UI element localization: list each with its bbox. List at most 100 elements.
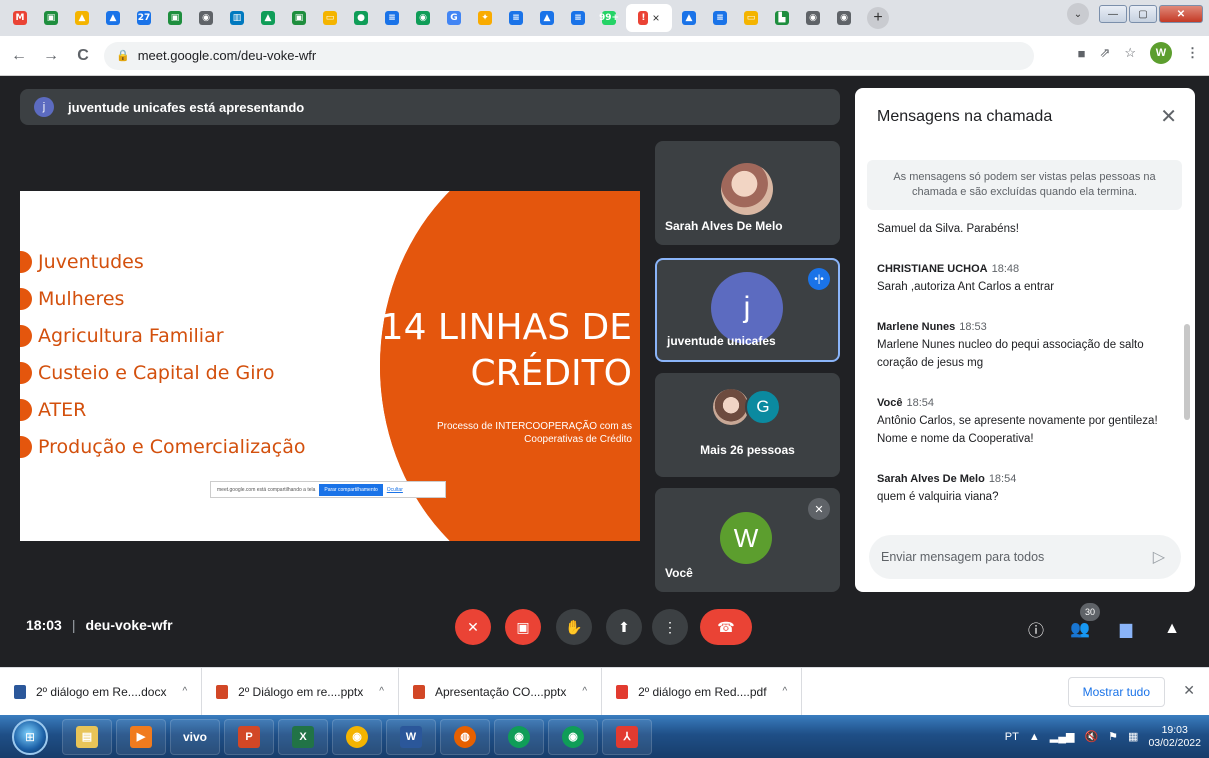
camera-toggle-button[interactable]: ▣: [505, 609, 541, 645]
gmail-icon: M: [13, 11, 27, 25]
tab-9[interactable]: ▣: [285, 4, 313, 32]
chevron-up-icon[interactable]: ^: [582, 686, 587, 697]
taskbar-explorer[interactable]: ▤: [62, 718, 112, 755]
download-item[interactable]: 2º diálogo em Re....docx ^: [0, 668, 203, 715]
taskbar-firefox[interactable]: ◍: [440, 718, 490, 755]
mic-toggle-button[interactable]: ✕: [455, 609, 491, 645]
download-item[interactable]: 2º Diálogo em re....pptx ^: [202, 668, 399, 715]
tab-7[interactable]: ▥: [223, 4, 251, 32]
more-options-button[interactable]: ⋮: [652, 609, 688, 645]
tab-4[interactable]: 27: [130, 4, 158, 32]
volume-muted-icon[interactable]: 🔇: [1084, 730, 1098, 743]
tab-18[interactable]: ≡: [564, 4, 592, 32]
close-window-button[interactable]: ✕: [1159, 5, 1203, 23]
tab-11[interactable]: ●: [347, 4, 375, 32]
present-button[interactable]: ⬆: [606, 609, 642, 645]
back-button[interactable]: ←: [6, 43, 32, 69]
tab-12[interactable]: ≡: [378, 4, 406, 32]
tab-6[interactable]: ◉: [192, 4, 220, 32]
taskbar-media[interactable]: ▶: [116, 718, 166, 755]
tab-2[interactable]: ▲: [68, 4, 96, 32]
bookmark-star-icon[interactable]: ☆: [1124, 45, 1136, 61]
close-downloads-icon[interactable]: ✕: [1183, 682, 1195, 699]
profile-avatar[interactable]: W: [1150, 42, 1172, 64]
taskbar-chrome[interactable]: ◉: [332, 718, 382, 755]
tab-0[interactable]: M: [6, 4, 34, 32]
system-clock[interactable]: 19:03 03/02/2022: [1148, 724, 1201, 750]
tab-14[interactable]: G: [440, 4, 468, 32]
participant-group-avatars: G: [713, 389, 781, 425]
menu-kebab-icon[interactable]: ⋮: [1186, 45, 1199, 61]
meeting-details-button[interactable]: ⓘ: [1024, 617, 1048, 641]
tab-10[interactable]: ▭: [316, 4, 344, 32]
tab-search-button[interactable]: ⌄: [1067, 3, 1089, 25]
network-icon[interactable]: ▦: [1128, 730, 1138, 743]
slide-bullet: Agricultura Familiar: [20, 317, 305, 354]
show-all-downloads-button[interactable]: Mostrar tudo: [1067, 677, 1165, 707]
participant-tile-sarah[interactable]: Sarah Alves De Melo: [655, 141, 840, 245]
tab-after-0[interactable]: ▲: [675, 4, 703, 32]
camera-icon[interactable]: ■: [1078, 46, 1086, 61]
tab-17[interactable]: ▲: [533, 4, 561, 32]
participant-tile-more[interactable]: G Mais 26 pessoas: [655, 373, 840, 477]
flag-icon[interactable]: ⚑: [1108, 730, 1118, 743]
taskbar-chrome-profile-2[interactable]: ◉: [548, 718, 598, 755]
tab-5[interactable]: ▣: [161, 4, 189, 32]
activities-icon: ▲: [1164, 620, 1180, 637]
new-tab-button[interactable]: +: [867, 7, 889, 29]
download-item[interactable]: 2º diálogo em Red....pdf ^: [602, 668, 803, 715]
omnibox[interactable]: 🔒 meet.google.com/deu-voke-wfr: [104, 41, 1034, 70]
taskbar-excel[interactable]: X: [278, 718, 328, 755]
tab-after-3[interactable]: ▙: [768, 4, 796, 32]
slide-title: 14 LINHAS DE CRÉDITO: [380, 307, 632, 394]
chat-button[interactable]: ▆: [1114, 617, 1138, 641]
share-icon[interactable]: ⇗: [1099, 45, 1110, 61]
reload-button[interactable]: C: [70, 43, 96, 69]
activities-button[interactable]: ▲: [1160, 617, 1184, 641]
chat-scrollbar[interactable]: [1184, 324, 1190, 420]
minimize-button[interactable]: —: [1099, 5, 1127, 23]
chat-panel: Mensagens na chamada ✕ As mensagens só p…: [855, 88, 1195, 592]
tab-13[interactable]: ◉: [409, 4, 437, 32]
close-tab-icon[interactable]: ×: [652, 11, 659, 25]
signal-icon[interactable]: ▂▄▆: [1050, 730, 1075, 743]
start-button[interactable]: ⊞: [12, 718, 48, 755]
tab-after-5[interactable]: ◉: [830, 4, 858, 32]
language-indicator[interactable]: PT: [1005, 731, 1019, 743]
taskbar-word[interactable]: W: [386, 718, 436, 755]
maximize-button[interactable]: ▢: [1129, 5, 1157, 23]
participant-tile-juventude[interactable]: j •|• juventude unicafes: [655, 258, 840, 362]
taskbar-acrobat[interactable]: ⅄: [602, 718, 652, 755]
forward-button[interactable]: →: [38, 43, 64, 69]
close-chat-icon[interactable]: ✕: [1160, 104, 1177, 129]
stop-sharing-button[interactable]: Parar compartilhamento: [319, 483, 383, 496]
tab-16[interactable]: ≡: [502, 4, 530, 32]
chat-message: Sarah Alves De Melo 18:54 quem é valquiri…: [877, 473, 1017, 503]
tab-15[interactable]: ✦: [471, 4, 499, 32]
mic-off-icon: ✕: [467, 618, 479, 635]
tab-google-meet-active[interactable]: ! ×: [626, 4, 672, 32]
taskbar-vivo[interactable]: vivo: [170, 718, 220, 755]
taskbar-powerpoint[interactable]: P: [224, 718, 274, 755]
tab-1[interactable]: ▣: [37, 4, 65, 32]
classroom-icon: ▣: [44, 11, 58, 25]
tab-after-4[interactable]: ◉: [799, 4, 827, 32]
send-icon[interactable]: ▷: [1153, 547, 1165, 567]
chevron-up-icon[interactable]: ^: [379, 686, 384, 697]
raise-hand-button[interactable]: ✋: [556, 609, 592, 645]
chevron-up-icon[interactable]: ^: [182, 686, 187, 697]
leave-call-button[interactable]: ☎: [700, 609, 752, 645]
tab-after-2[interactable]: ▭: [737, 4, 765, 32]
tab-19[interactable]: 99+: [595, 4, 623, 32]
tab-3[interactable]: ▲: [99, 4, 127, 32]
chevron-up-icon[interactable]: ^: [783, 686, 788, 697]
tray-up-arrow-icon[interactable]: ▲: [1029, 731, 1040, 743]
chat-message-input[interactable]: [881, 550, 1131, 564]
tab-after-1[interactable]: ≡: [706, 4, 734, 32]
windows-logo-icon: ⊞: [24, 729, 36, 744]
download-item[interactable]: Apresentação CO....pptx ^: [399, 668, 603, 715]
taskbar-chrome-profile-1[interactable]: ◉: [494, 718, 544, 755]
tab-8[interactable]: ▲: [254, 4, 282, 32]
participant-tile-self[interactable]: W ✕ Você: [655, 488, 840, 592]
hide-notice-link[interactable]: Ocultar: [387, 487, 403, 493]
